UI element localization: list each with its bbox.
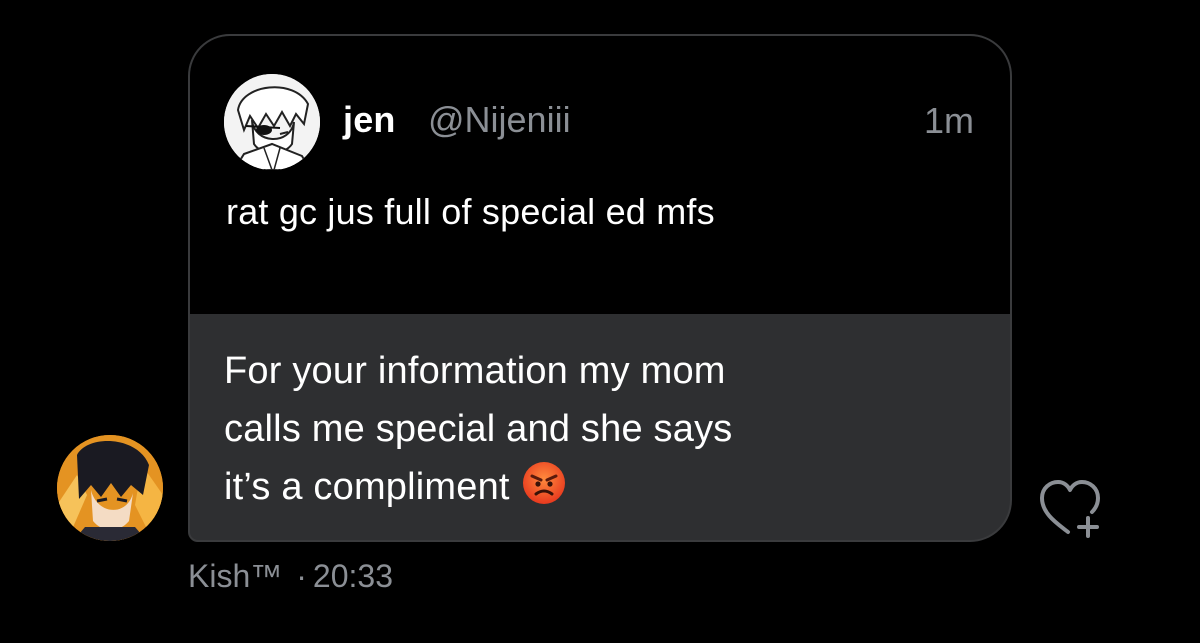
sender-avatar[interactable] — [57, 435, 163, 541]
quoted-time-ago: 1m — [923, 100, 974, 141]
meta-separator: · — [296, 558, 307, 594]
quoted-author-name[interactable]: jen — [343, 99, 396, 141]
reply-line: For your information my mom — [224, 350, 726, 392]
quoted-tweet-text: rat gc jus full of special ed mfs — [226, 191, 715, 232]
sender-avatar-image — [57, 435, 163, 541]
reply-line: it’s a compliment — [224, 458, 732, 516]
message-bubble[interactable]: jen @Nijeniii 1m rat gc jus full of spec… — [188, 34, 1012, 542]
heart-plus-icon[interactable] — [1038, 478, 1104, 538]
quoted-author-handle[interactable]: @Nijeniii — [428, 99, 571, 141]
reply-line: calls me special and she says — [224, 408, 733, 450]
reply-text: For your information my mom calls me spe… — [224, 342, 732, 516]
message-timestamp: 20:33 — [312, 558, 393, 594]
angry-face-icon — [522, 462, 565, 504]
reply-line-text: it’s a compliment — [224, 466, 510, 508]
quoted-avatar-image — [224, 74, 320, 170]
message-meta: Kish™ · 20:33 — [188, 558, 393, 595]
quoted-tweet-card[interactable]: jen @Nijeniii 1m rat gc jus full of spec… — [190, 36, 1010, 315]
sender-name[interactable]: Kish™ — [188, 558, 282, 594]
quoted-author-avatar[interactable] — [224, 74, 320, 170]
